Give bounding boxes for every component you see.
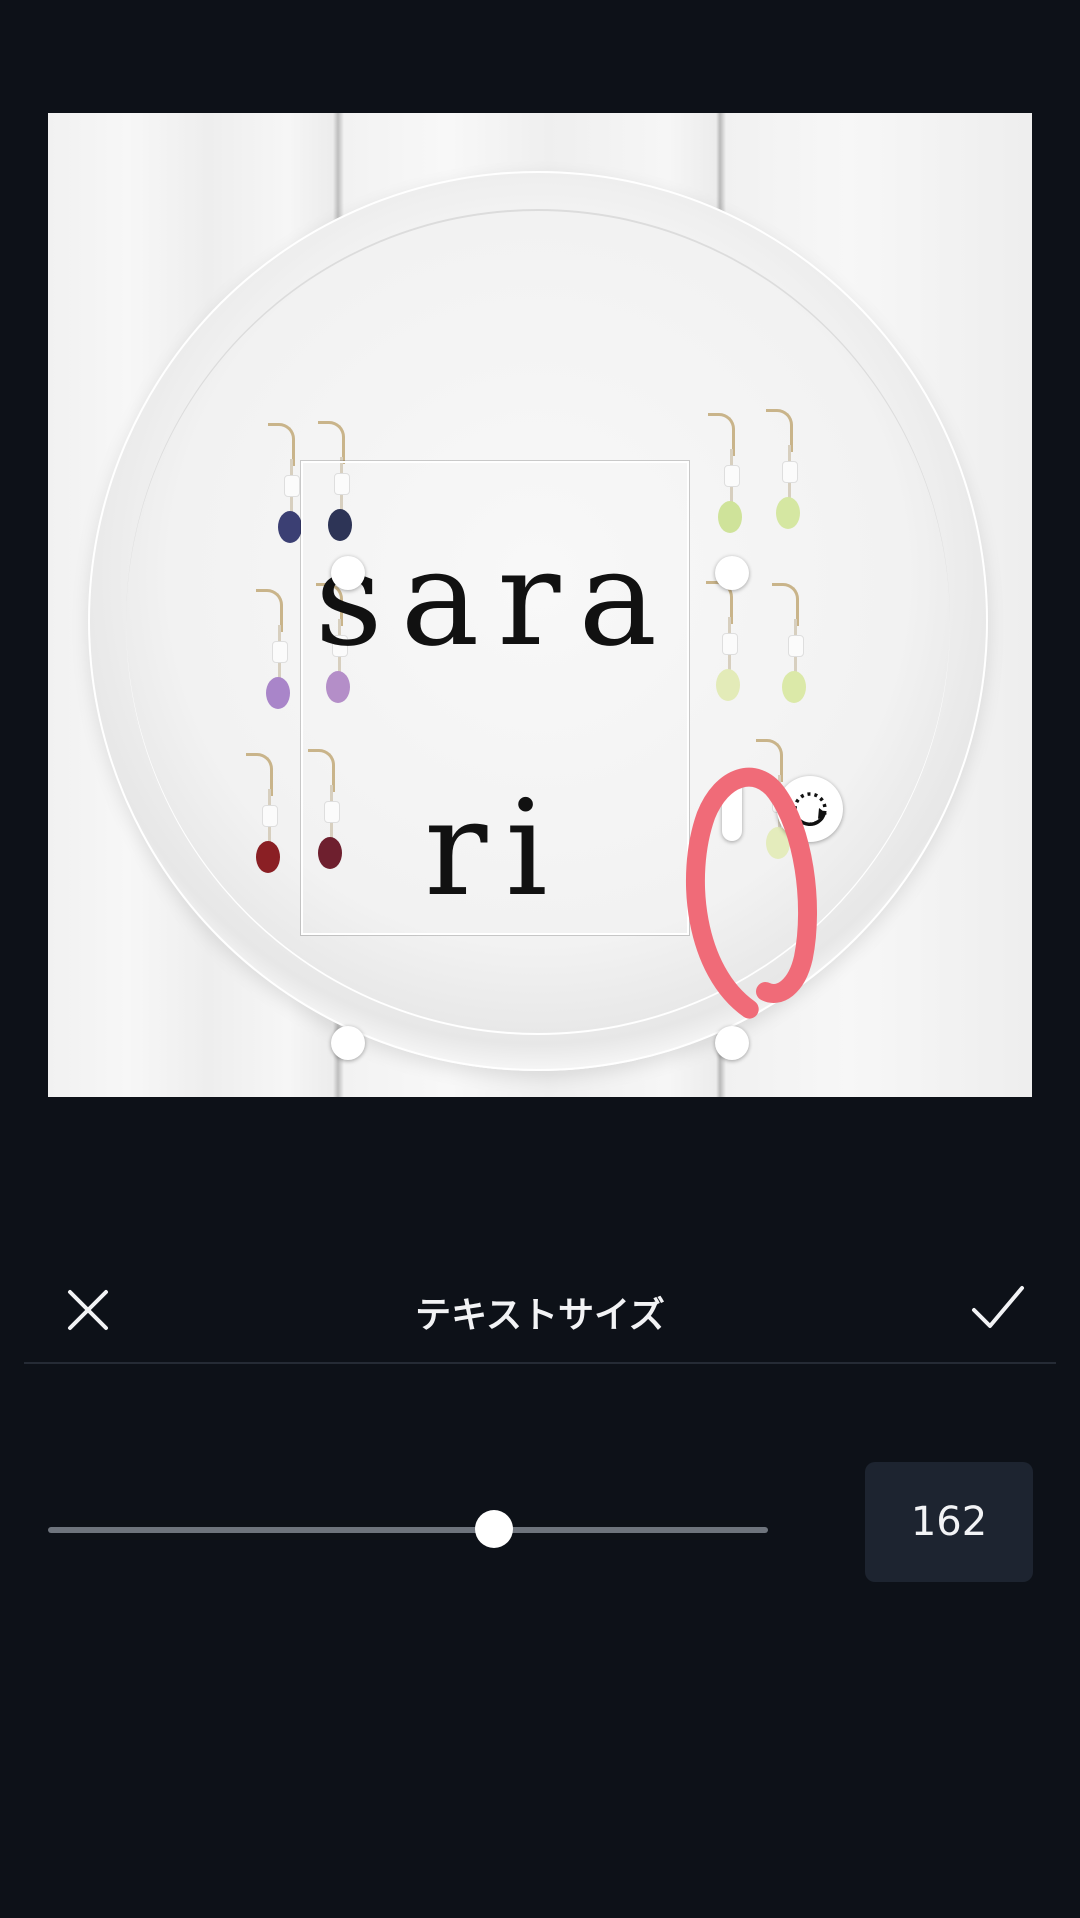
text-line-2: ri [424,772,566,926]
red-circle-annotation [685,767,817,1019]
resize-handle-top-right[interactable] [715,556,749,590]
text-line-1: sara [314,522,676,676]
earring-left-mid-1 [248,589,290,729]
earring-left-top-1 [260,423,302,563]
text-element[interactable]: sara ri [303,463,687,933]
earring-right-top-1 [700,413,742,553]
text-size-slider[interactable] [48,1510,768,1550]
resize-handle-top-left[interactable] [331,556,365,590]
earring-right-mid-2 [764,583,806,723]
text-selection-frame[interactable]: sara ri [301,461,689,935]
slider-track[interactable] [48,1527,768,1533]
slider-thumb[interactable] [475,1510,514,1548]
panel-title: テキストサイズ [415,1295,665,1336]
earring-right-top-2 [758,409,800,549]
earring-left-bottom-1 [238,753,280,893]
confirm-button[interactable] [968,1280,1028,1336]
checkmark-icon [972,1286,1024,1328]
resize-handle-bottom-left[interactable] [331,1026,365,1060]
earring-right-mid-1 [698,581,740,721]
text-size-value[interactable]: 162 [865,1462,1033,1582]
panel-header: テキストサイズ [24,1250,1056,1364]
